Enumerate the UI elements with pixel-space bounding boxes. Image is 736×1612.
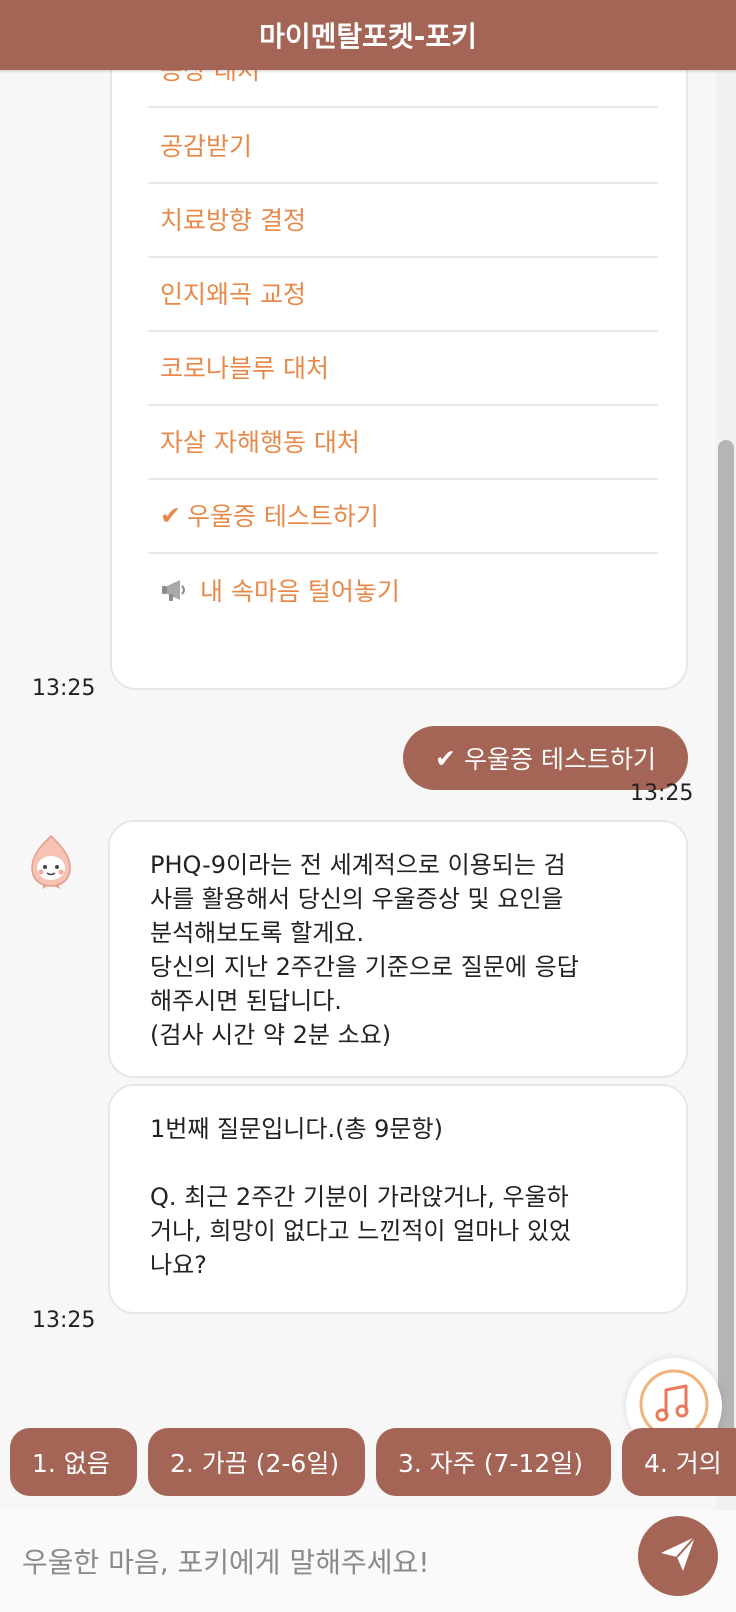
chat-input-bar — [0, 1510, 736, 1612]
scrollbar-thumb[interactable] — [718, 440, 734, 1480]
quick-reply-label: 3. 자주 (7-12일) — [398, 1449, 583, 1478]
question-line: 거나, 희망이 없다고 느낀적이 얼마나 있었 — [150, 1217, 572, 1245]
quick-reply-label: 4. 거의 — [644, 1449, 722, 1478]
quick-reply-almost-always[interactable]: 4. 거의 — [622, 1428, 736, 1496]
menu-item-corona-blue[interactable]: 코로나블루 대처 — [148, 330, 658, 406]
chat-input[interactable] — [20, 1532, 614, 1592]
quick-reply-label: 1. 없음 — [32, 1449, 110, 1478]
scrollbar-track[interactable] — [716, 70, 736, 1510]
menu-item-label: 치료방향 결정 — [160, 206, 306, 235]
menu-item-label: 인지왜곡 교정 — [160, 280, 306, 309]
quick-reply-none[interactable]: 1. 없음 — [10, 1428, 137, 1496]
menu-card: 증상 대처 공감받기 치료방향 결정 인지왜곡 교정 코로나블루 대처 자살 자… — [110, 40, 688, 690]
message-time: 13:25 — [32, 1308, 96, 1333]
question-line: 나요? — [150, 1251, 207, 1279]
menu-item-depression-test[interactable]: ✔ 우울증 테스트하기 — [148, 478, 658, 554]
message-time: 13:25 — [630, 781, 694, 806]
menu-item-label: 내 속마음 털어놓기 — [200, 577, 400, 606]
quick-reply-label: 2. 가끔 (2-6일) — [170, 1449, 340, 1478]
menu-item-cognitive[interactable]: 인지왜곡 교정 — [148, 256, 658, 332]
menu-item-label: 우울증 테스트하기 — [186, 502, 379, 531]
question-header: 1번째 질문입니다.(총 9문항) — [150, 1115, 443, 1143]
bot-question-message: 1번째 질문입니다.(총 9문항) Q. 최근 2주간 기분이 가라앉거나, 우… — [108, 1084, 688, 1314]
menu-item-label: 코로나블루 대처 — [160, 354, 329, 383]
menu-item-vent[interactable]: 내 속마음 털어놓기 — [148, 552, 658, 628]
message-line: 사를 활용해서 당신의 우울증상 및 요인을 — [150, 885, 564, 913]
user-message-text: 우울증 테스트하기 — [464, 745, 656, 774]
bot-intro-message: PHQ-9이라는 전 세계적으로 이용되는 검 사를 활용해서 당신의 우울증상… — [108, 820, 688, 1078]
question-line: Q. 최근 2주간 기분이 가라앉거나, 우울하 — [150, 1183, 569, 1211]
quick-reply-often[interactable]: 3. 자주 (7-12일) — [376, 1428, 611, 1496]
app-header: 마이멘탈포켓-포키 — [0, 0, 736, 70]
message-line: (검사 시간 약 2분 소요) — [150, 1021, 392, 1049]
send-button[interactable] — [638, 1516, 718, 1596]
message-line: 분석해보도록 할게요. — [150, 919, 364, 947]
check-icon: ✔ — [160, 500, 181, 530]
app-title: 마이멘탈포켓-포키 — [259, 20, 477, 53]
quick-reply-row: 1. 없음 2. 가끔 (2-6일) 3. 자주 (7-12일) 4. 거의 — [0, 1428, 736, 1498]
send-icon — [657, 1533, 699, 1579]
message-line: 당신의 지난 2주간을 기준으로 질문에 응답 — [150, 953, 579, 981]
quick-reply-sometimes[interactable]: 2. 가끔 (2-6일) — [148, 1428, 365, 1496]
menu-item-self-harm[interactable]: 자살 자해행동 대처 — [148, 404, 658, 480]
megaphone-icon — [160, 577, 188, 603]
check-icon: ✔ — [435, 743, 456, 773]
menu-item-empathy[interactable]: 공감받기 — [148, 108, 658, 184]
menu-item-treatment[interactable]: 치료방향 결정 — [148, 182, 658, 258]
menu-item-label: 자살 자해행동 대처 — [160, 428, 360, 457]
message-time: 13:25 — [32, 676, 96, 701]
peach-avatar-icon — [26, 834, 76, 890]
message-line: 해주시면 된답니다. — [150, 987, 342, 1015]
menu-item-label: 공감받기 — [160, 132, 253, 161]
message-line: PHQ-9이라는 전 세계적으로 이용되는 검 — [150, 851, 566, 879]
